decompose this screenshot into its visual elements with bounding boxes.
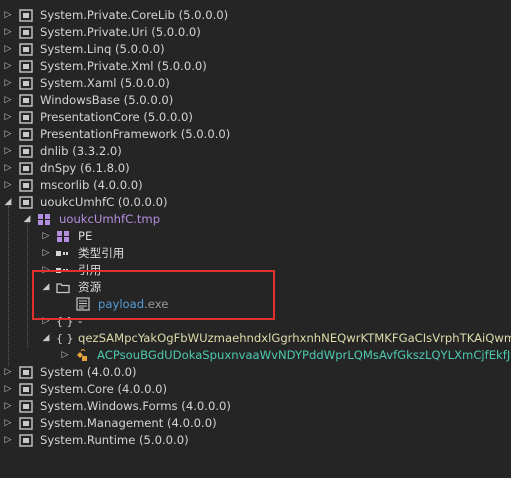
assembly-version: (4.0.0.0) — [117, 382, 168, 396]
collapse-arrow-icon[interactable]: ◢ — [23, 211, 31, 228]
expand-arrow-icon[interactable]: ▷ — [4, 432, 12, 449]
assembly-name: mscorlib — [40, 178, 90, 192]
assembly-icon — [19, 128, 33, 141]
assembly-icon — [19, 9, 33, 22]
module-icon — [38, 214, 50, 225]
class-name: ACPsouBGdUDokaSpuxnvaaWvNDYPddWprLQMsAvf… — [97, 348, 511, 362]
expand-arrow-icon[interactable]: ▷ — [4, 92, 12, 109]
assembly-icon — [19, 400, 33, 413]
assembly-name: dnSpy — [40, 161, 77, 175]
expand-arrow-icon[interactable]: ▷ — [42, 228, 50, 245]
expand-arrow-icon[interactable]: ▷ — [4, 398, 12, 415]
namespace-braces-icon: { } — [56, 332, 74, 345]
assembly-version: (5.0.0.0) — [157, 59, 207, 73]
expand-arrow-icon[interactable]: ▷ — [4, 126, 12, 143]
collapse-arrow-icon[interactable]: ◢ — [42, 330, 50, 347]
pe-label: PE — [78, 229, 93, 243]
assembly-icon — [19, 179, 33, 192]
assembly-explorer-tree: ▷ System.Private.CoreLib (5.0.0.0) ▷ Sys… — [0, 0, 511, 478]
assembly-version: (5.0.0.0) — [123, 93, 174, 107]
assembly-name: System — [40, 365, 84, 379]
assembly-version: (0.0.0.0) — [117, 195, 168, 209]
assembly-icon — [19, 383, 33, 396]
assembly-version: (4.0.0.0) — [166, 416, 217, 430]
assembly-version: (5.0.0.0) — [120, 76, 170, 90]
expand-arrow-icon[interactable]: ▷ — [42, 245, 50, 262]
namespace-name: qezSAMpcYakOgFbWUzmaehndxlGgrhxnhNEQwrKT… — [78, 331, 511, 345]
assembly-name: System.Management — [40, 416, 164, 430]
tree-guide-line — [27, 223, 28, 348]
assembly-icon — [19, 162, 33, 175]
assembly-icon — [19, 77, 33, 90]
module-name: uoukcUmhfC.tmp — [59, 212, 161, 226]
assembly-version: (5.0.0.0) — [115, 42, 165, 56]
expand-arrow-icon[interactable]: ▷ — [4, 7, 12, 24]
collapse-arrow-icon[interactable]: ◢ — [4, 194, 12, 211]
assembly-name: PresentationCore — [40, 110, 140, 124]
expand-arrow-icon[interactable]: ▷ — [4, 41, 12, 58]
assembly-name: System.Windows.Forms — [40, 399, 178, 413]
assembly-name: WindowsBase — [40, 93, 120, 107]
assembly-name: System.Core — [40, 382, 114, 396]
expand-arrow-icon[interactable]: ▷ — [4, 75, 12, 92]
assembly-version: (4.0.0.0) — [86, 365, 137, 379]
assembly-icon — [19, 145, 33, 158]
expand-arrow-icon[interactable]: ▷ — [4, 160, 12, 177]
assembly-name: System.Private.Xml — [40, 59, 154, 73]
reference-icon — [56, 251, 68, 256]
assembly-version: (5.0.0.0) — [178, 8, 229, 22]
assembly-icon — [19, 366, 33, 379]
assembly-name: System.Xaml — [40, 76, 117, 90]
expand-arrow-icon[interactable]: ▷ — [4, 364, 12, 381]
assembly-name: PresentationFramework — [40, 127, 177, 141]
type-references-label: 类型引用 — [78, 246, 125, 260]
assembly-version: (5.0.0.0) — [180, 127, 231, 141]
assembly-icon — [19, 111, 33, 124]
assembly-name: dnlib — [40, 144, 69, 158]
expand-arrow-icon[interactable]: ▷ — [4, 381, 12, 398]
expand-arrow-icon[interactable]: ▷ — [4, 143, 12, 160]
assembly-icon — [19, 26, 33, 39]
highlight-box — [32, 270, 275, 320]
assembly-version: (5.0.0.0) — [139, 433, 189, 447]
assembly-name: System.Private.CoreLib — [40, 8, 175, 22]
assembly-icon — [19, 60, 33, 73]
assembly-version: (6.1.8.0) — [79, 161, 130, 175]
assembly-name: uoukcUmhfC — [40, 195, 115, 209]
assembly-icon — [19, 94, 33, 107]
expand-arrow-icon[interactable]: ▷ — [61, 347, 69, 364]
assembly-icon — [19, 43, 33, 56]
assembly-icon — [19, 434, 33, 447]
tree-guide-line — [8, 206, 9, 366]
assembly-name: System.Linq — [40, 42, 112, 56]
assembly-version: (4.0.0.0) — [181, 399, 231, 413]
assembly-icon — [19, 196, 33, 209]
assembly-version: (3.3.2.0) — [72, 144, 122, 158]
expand-arrow-icon[interactable]: ▷ — [4, 415, 12, 432]
assembly-version: (5.0.0.0) — [151, 25, 201, 39]
assembly-name: System.Runtime — [40, 433, 136, 447]
class-icon — [77, 349, 87, 361]
expand-arrow-icon[interactable]: ▷ — [4, 177, 12, 194]
assembly-name: System.Private.Uri — [40, 25, 148, 39]
assembly-icon — [19, 417, 33, 430]
assembly-version: (4.0.0.0) — [93, 178, 143, 192]
assembly-version: (5.0.0.0) — [143, 110, 193, 124]
expand-arrow-icon[interactable]: ▷ — [4, 109, 12, 126]
module-icon — [57, 231, 69, 242]
expand-arrow-icon[interactable]: ▷ — [4, 24, 12, 41]
expand-arrow-icon[interactable]: ▷ — [4, 58, 12, 75]
